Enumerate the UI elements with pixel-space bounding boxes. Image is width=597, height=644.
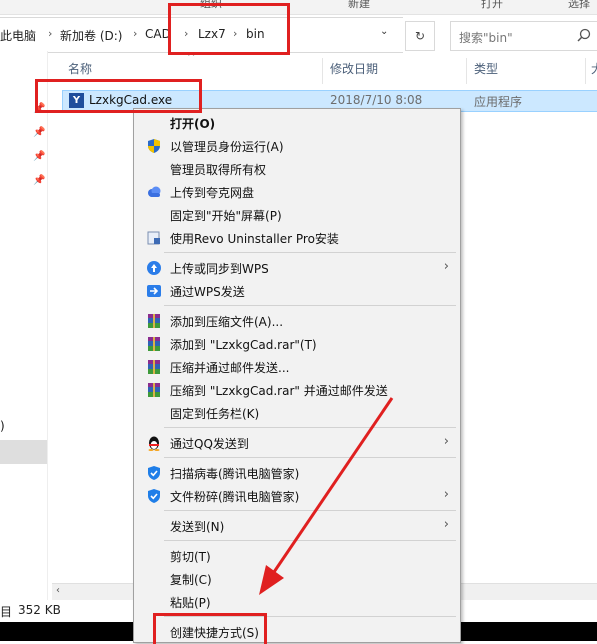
annotation-arrow (259, 397, 394, 595)
